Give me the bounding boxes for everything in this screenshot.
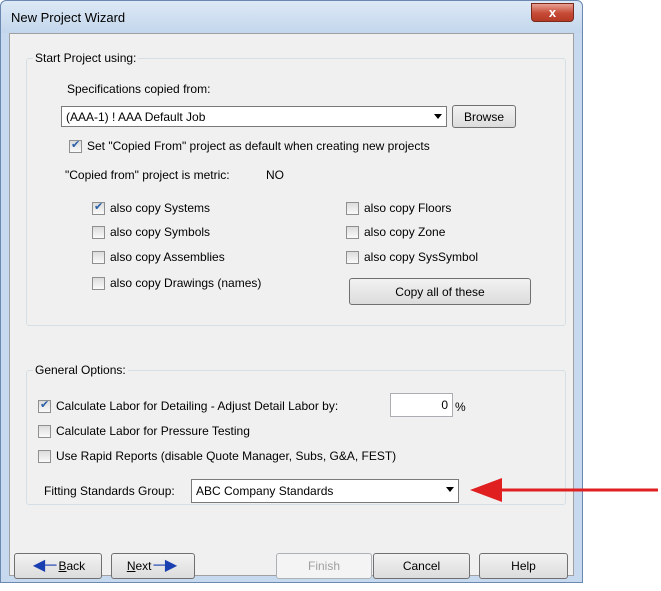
copy-assemblies-label: also copy Assemblies (110, 250, 225, 264)
arrow-left-icon: ◀─ (32, 557, 57, 574)
copy-floors-label: also copy Floors (364, 201, 452, 215)
general-options-label: General Options: (33, 363, 128, 377)
fitting-standards-label: Fitting Standards Group: (44, 484, 175, 498)
metric-value: NO (266, 168, 284, 182)
metric-label: "Copied from" project is metric: (65, 168, 230, 182)
copy-zone-checkbox[interactable]: also copy Zone (346, 225, 445, 239)
checkbox-box[interactable] (92, 200, 105, 215)
detail-labor-input[interactable]: 0 (390, 393, 453, 417)
annotation-arrow-icon (470, 478, 658, 502)
cancel-button[interactable]: Cancel (373, 553, 470, 579)
chevron-down-icon (434, 114, 442, 119)
back-accelerator: B (58, 559, 67, 573)
copy-drawings-label: also copy Drawings (names) (110, 276, 262, 290)
finish-button[interactable]: Finish (276, 553, 372, 579)
copy-systems-checkbox[interactable]: also copy Systems (92, 200, 211, 215)
next-button[interactable]: Next ─▶ (111, 553, 195, 579)
calc-detailing-checkbox[interactable]: Calculate Labor for Detailing - Adjust D… (38, 398, 339, 413)
copy-symbols-label: also copy Symbols (110, 225, 211, 239)
checkbox-box[interactable] (92, 276, 105, 290)
calc-pressure-checkbox[interactable]: Calculate Labor for Pressure Testing (38, 424, 250, 438)
copy-assemblies-checkbox[interactable]: also copy Assemblies (92, 250, 225, 264)
copy-syssymbol-label: also copy SysSymbol (364, 250, 479, 264)
window-title: New Project Wizard (11, 10, 126, 25)
checkbox-box[interactable] (346, 201, 359, 215)
fitting-standards-select[interactable]: ABC Company Standards (191, 479, 459, 503)
copy-syssymbol-checkbox[interactable]: also copy SysSymbol (346, 250, 478, 264)
copy-all-button[interactable]: Copy all of these (349, 278, 531, 305)
chevron-down-icon (446, 487, 454, 492)
checkbox-box[interactable] (38, 449, 51, 463)
copy-drawings-checkbox[interactable]: also copy Drawings (names) (92, 276, 261, 290)
calc-detailing-label: Calculate Labor for Detailing - Adjust D… (56, 399, 339, 413)
set-default-label: Set "Copied From" project as default whe… (87, 139, 430, 153)
percent-unit: % (455, 400, 466, 414)
close-button[interactable]: x (531, 3, 574, 22)
checkbox-box[interactable] (92, 225, 105, 239)
checkbox-box[interactable] (346, 250, 359, 264)
back-label: ack (66, 559, 86, 573)
copy-symbols-checkbox[interactable]: also copy Symbols (92, 225, 210, 239)
copy-systems-label: also copy Systems (110, 201, 211, 215)
spec-copied-select[interactable]: (AAA-1) ! AAA Default Job (61, 106, 447, 127)
start-project-label: Start Project using: (33, 51, 139, 65)
checkbox-box[interactable] (346, 225, 359, 239)
checkbox-box[interactable] (69, 138, 82, 153)
back-button[interactable]: ◀─ Back (14, 553, 102, 579)
rapid-reports-checkbox[interactable]: Use Rapid Reports (disable Quote Manager… (38, 449, 396, 463)
spec-copied-label: Specifications copied from: (67, 82, 211, 96)
spec-copied-value: (AAA-1) ! AAA Default Job (66, 109, 206, 124)
arrow-right-icon: ─▶ (153, 557, 178, 574)
fitting-standards-value: ABC Company Standards (196, 484, 334, 498)
copy-floors-checkbox[interactable]: also copy Floors (346, 201, 451, 215)
copy-zone-label: also copy Zone (364, 225, 446, 239)
set-default-checkbox[interactable]: Set "Copied From" project as default whe… (69, 138, 430, 153)
calc-pressure-label: Calculate Labor for Pressure Testing (56, 424, 250, 438)
title-bar[interactable]: New Project Wizard x (1, 1, 582, 33)
checkbox-box[interactable] (38, 424, 51, 438)
help-button[interactable]: Help (479, 553, 568, 579)
rapid-reports-label: Use Rapid Reports (disable Quote Manager… (56, 449, 397, 463)
browse-button[interactable]: Browse (452, 105, 516, 128)
checkbox-box[interactable] (92, 250, 105, 264)
checkbox-box[interactable] (38, 398, 51, 413)
next-label: ext (135, 559, 152, 573)
next-accelerator: N (126, 559, 136, 573)
